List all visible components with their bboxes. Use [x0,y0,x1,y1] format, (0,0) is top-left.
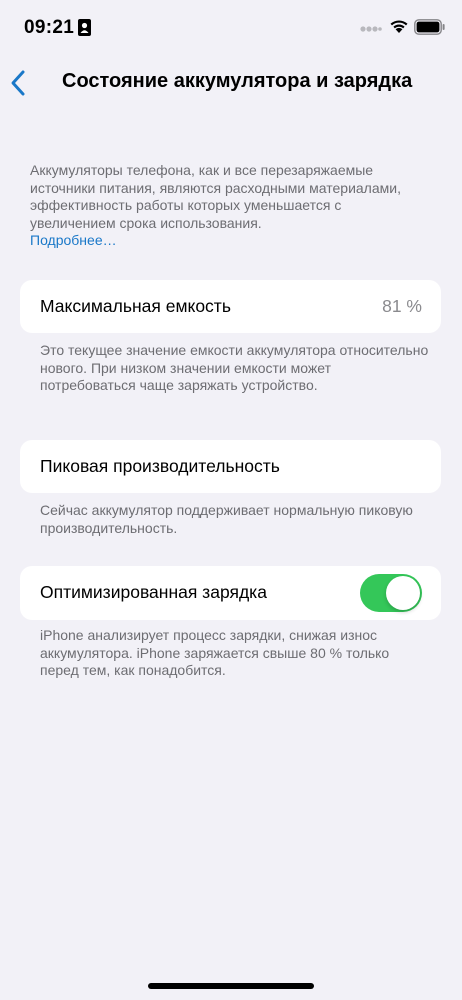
peak-performance-row: Пиковая производительность [20,440,441,493]
learn-more-link[interactable]: Подробнее… [30,232,430,250]
battery-icon [414,19,445,35]
maximum-capacity-label: Максимальная емкость [40,296,231,316]
optimized-charging-footnote: iPhone анализирует процесс зарядки, сниж… [40,627,390,678]
optimized-charging-toggle[interactable] [360,574,422,612]
wifi-icon [390,20,408,33]
maximum-capacity-value: 81 % [382,296,422,316]
contact-card-icon [78,19,91,36]
optimized-charging-row: Оптимизированная зарядка [20,566,441,620]
intro-text: Аккумуляторы телефона, как и все перезар… [30,162,401,231]
maximum-capacity-footnote: Это текущее значение емкости аккумулятор… [40,342,429,393]
home-indicator[interactable] [148,983,314,989]
navigation-bar: Состояние аккумулятора и зарядка [0,60,462,104]
page-title: Состояние аккумулятора и зарядка [62,70,413,92]
chevron-left-icon[interactable] [8,68,32,98]
peak-performance-footnote: Сейчас аккумулятор поддерживает нормальн… [40,502,413,536]
status-time: 09:21 [24,17,75,38]
peak-performance-label: Пиковая производительность [40,456,280,476]
maximum-capacity-row: Максимальная емкость 81 % [20,280,441,333]
toggle-knob [386,576,420,610]
cellular-signal-icon [360,26,382,32]
optimized-charging-label: Оптимизированная зарядка [40,582,267,602]
intro-description: Аккумуляторы телефона, как и все перезар… [30,162,430,250]
status-bar: 09:21 [0,0,462,52]
